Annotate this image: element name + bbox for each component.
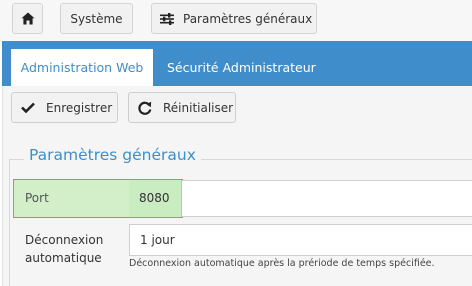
timeout-select[interactable]: 1 jour [129,224,472,256]
reset-button-label: Réinitialiser [163,100,234,115]
tab-administration-web[interactable]: Administration Web [11,49,153,86]
port-value: 8080 [139,191,170,205]
home-icon [21,12,35,25]
tab-label: Administration Web [20,60,144,75]
timeout-help-text: Déconnexion automatique après la prériod… [129,258,435,269]
breadcrumb-home-button[interactable] [12,3,43,34]
port-label: Port [25,191,49,205]
sliders-icon [160,12,174,25]
breadcrumb-item-parametres-generaux[interactable]: Paramètres généraux [151,3,317,34]
breadcrumb-item-systeme[interactable]: Système [60,3,133,34]
checkmark-icon [21,102,35,113]
timeout-label: Déconnexion automatique [25,231,103,267]
tab-label: Sécurité Administrateur [167,60,316,75]
refresh-icon [138,101,152,115]
section-legend: Paramètres généraux [24,146,201,164]
timeout-value: 1 jour [140,233,175,247]
tab-securite-administrateur[interactable]: Sécurité Administrateur [162,49,316,86]
timeout-label-line1: Déconnexion [25,233,104,247]
breadcrumb-item-label: Système [70,11,123,26]
timeout-label-line2: automatique [25,251,102,265]
save-button-label: Enregistrer [46,100,113,115]
breadcrumb-item-label: Paramètres généraux [183,11,313,26]
tab-bar: Administration Web Sécurité Administrate… [2,41,472,86]
save-button[interactable]: Enregistrer [11,92,118,123]
reset-button[interactable]: Réinitialiser [128,92,236,123]
